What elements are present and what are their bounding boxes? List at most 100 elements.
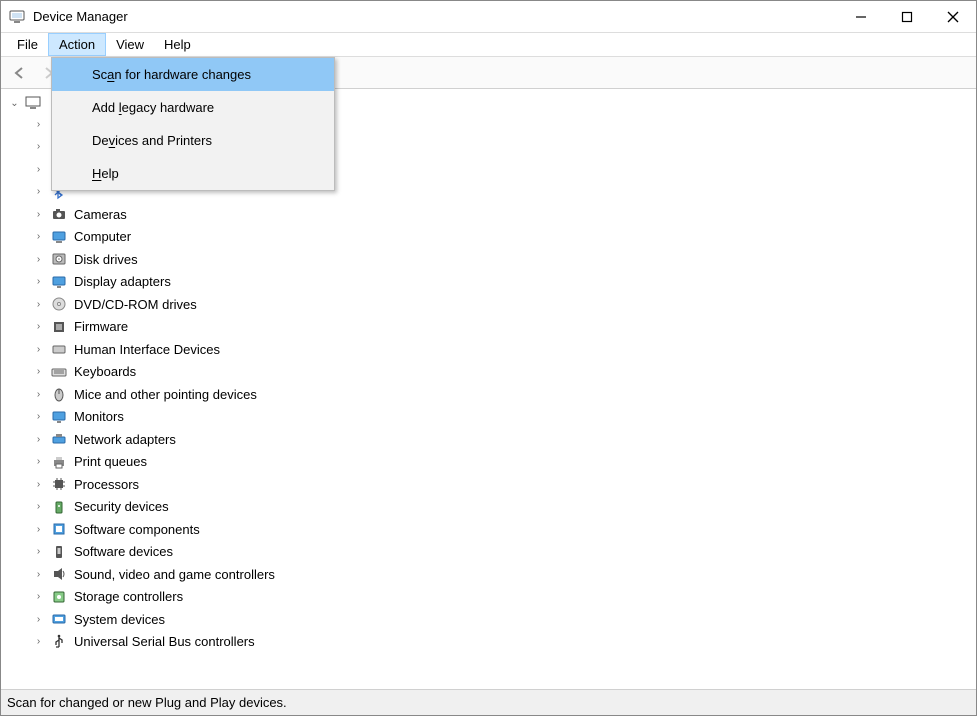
- tree-item[interactable]: › Disk drives: [33, 248, 976, 271]
- menu-action[interactable]: Action: [48, 33, 106, 56]
- tree-item-label: Disk drives: [74, 252, 138, 267]
- action-dropdown: Scan for hardware changes Add legacy har…: [51, 57, 335, 191]
- device-manager-icon: [9, 9, 25, 25]
- processor-icon: [50, 475, 68, 493]
- storage-icon: [50, 588, 68, 606]
- tree-item[interactable]: › Network adapters: [33, 428, 976, 451]
- chevron-right-icon[interactable]: ›: [33, 299, 44, 310]
- tree-item[interactable]: ›Sound, video and game controllers: [33, 563, 976, 586]
- tree-item-label: Keyboards: [74, 364, 136, 379]
- action-help[interactable]: Help: [52, 157, 334, 190]
- tree-item[interactable]: › Storage controllers: [33, 586, 976, 609]
- minimize-button[interactable]: [838, 1, 884, 32]
- tree-item[interactable]: › Software devices: [33, 541, 976, 564]
- action-add-legacy-hardware[interactable]: Add legacy hardware: [52, 91, 334, 124]
- chevron-right-icon[interactable]: ›: [33, 434, 44, 445]
- tree-item-label: Storage controllers: [74, 589, 183, 604]
- menu-help[interactable]: Help: [154, 33, 201, 56]
- tree-item-label: DVD/CD-ROM drives: [74, 297, 197, 312]
- chevron-right-icon[interactable]: ›: [33, 344, 44, 355]
- tree-item[interactable]: ›Monitors: [33, 406, 976, 429]
- sound-icon: [50, 565, 68, 583]
- chevron-right-icon[interactable]: ›: [33, 276, 44, 287]
- action-devices-printers[interactable]: Devices and Printers: [52, 124, 334, 157]
- tree-item-label: Security devices: [74, 499, 169, 514]
- action-scan-hardware[interactable]: Scan for hardware changes: [52, 58, 334, 91]
- tree-item-label: Display adapters: [74, 274, 171, 289]
- computer-icon: [50, 228, 68, 246]
- chevron-right-icon[interactable]: ›: [33, 389, 44, 400]
- tree-item-label: Mice and other pointing devices: [74, 387, 257, 402]
- chevron-right-icon[interactable]: ›: [33, 524, 44, 535]
- chevron-right-icon[interactable]: ›: [33, 186, 44, 197]
- chevron-right-icon[interactable]: ›: [33, 254, 44, 265]
- tree-item-label: Processors: [74, 477, 139, 492]
- menu-view[interactable]: View: [106, 33, 154, 56]
- tree-item[interactable]: ›Print queues: [33, 451, 976, 474]
- menu-file[interactable]: File: [7, 33, 48, 56]
- close-button[interactable]: [930, 1, 976, 32]
- chevron-right-icon[interactable]: ›: [33, 591, 44, 602]
- tree-item-label: Software devices: [74, 544, 173, 559]
- tree-item[interactable]: › Keyboards: [33, 361, 976, 384]
- maximize-button[interactable]: [884, 1, 930, 32]
- network-icon: [50, 430, 68, 448]
- chevron-right-icon[interactable]: ›: [33, 119, 44, 130]
- firmware-icon: [50, 318, 68, 336]
- tree-item-label: Cameras: [74, 207, 127, 222]
- tree-item-label: Human Interface Devices: [74, 342, 220, 357]
- disk-icon: [50, 250, 68, 268]
- tree-item[interactable]: › Universal Serial Bus controllers: [33, 631, 976, 654]
- window-title: Device Manager: [33, 9, 128, 24]
- tree-item[interactable]: › Display adapters: [33, 271, 976, 294]
- camera-icon: [50, 205, 68, 223]
- statusbar: Scan for changed or new Plug and Play de…: [1, 689, 976, 715]
- swdev-icon: [50, 543, 68, 561]
- titlebar: Device Manager: [1, 1, 976, 33]
- chevron-right-icon[interactable]: ›: [33, 614, 44, 625]
- chevron-right-icon[interactable]: ›: [33, 636, 44, 647]
- hid-icon: [50, 340, 68, 358]
- tree-item-label: Firmware: [74, 319, 128, 334]
- chevron-right-icon[interactable]: ›: [33, 501, 44, 512]
- chevron-right-icon[interactable]: ›: [33, 479, 44, 490]
- tree-item[interactable]: › System devices: [33, 608, 976, 631]
- chevron-right-icon[interactable]: ›: [33, 456, 44, 467]
- tree-item-label: Software components: [74, 522, 200, 537]
- keyboard-icon: [50, 363, 68, 381]
- tree-item[interactable]: › Software components: [33, 518, 976, 541]
- tree-item[interactable]: › Processors: [33, 473, 976, 496]
- tree-item[interactable]: › Mice and other pointing devices: [33, 383, 976, 406]
- security-icon: [50, 498, 68, 516]
- tree-item-label: Universal Serial Bus controllers: [74, 634, 255, 649]
- chevron-right-icon[interactable]: ›: [33, 321, 44, 332]
- mouse-icon: [50, 385, 68, 403]
- chevron-right-icon[interactable]: ›: [33, 164, 44, 175]
- chevron-right-icon[interactable]: ›: [33, 546, 44, 557]
- collapse-icon[interactable]: ⌄: [9, 98, 20, 109]
- back-button[interactable]: [7, 61, 31, 85]
- tree-item-label: System devices: [74, 612, 165, 627]
- tree-item[interactable]: › Human Interface Devices: [33, 338, 976, 361]
- chevron-right-icon[interactable]: ›: [33, 141, 44, 152]
- tree-item-label: Computer: [74, 229, 131, 244]
- computer-root-icon: [24, 94, 42, 112]
- window-controls: [838, 1, 976, 32]
- tree-item[interactable]: › DVD/CD-ROM drives: [33, 293, 976, 316]
- chevron-right-icon[interactable]: ›: [33, 209, 44, 220]
- tree-item[interactable]: › Computer: [33, 226, 976, 249]
- chevron-right-icon[interactable]: ›: [33, 366, 44, 377]
- tree-item[interactable]: › Cameras: [33, 203, 976, 226]
- status-text: Scan for changed or new Plug and Play de…: [7, 695, 287, 710]
- usb-icon: [50, 633, 68, 651]
- chevron-right-icon[interactable]: ›: [33, 231, 44, 242]
- printer-icon: [50, 453, 68, 471]
- tree-item-label: Network adapters: [74, 432, 176, 447]
- swcomp-icon: [50, 520, 68, 538]
- dvd-icon: [50, 295, 68, 313]
- tree-item[interactable]: › Firmware: [33, 316, 976, 339]
- tree-item[interactable]: › Security devices: [33, 496, 976, 519]
- chevron-right-icon[interactable]: ›: [33, 569, 44, 580]
- chevron-right-icon[interactable]: ›: [33, 411, 44, 422]
- system-icon: [50, 610, 68, 628]
